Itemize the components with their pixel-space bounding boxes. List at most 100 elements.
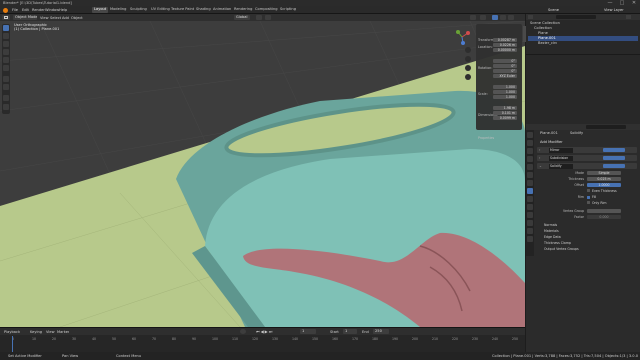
modifier-toggles-icon[interactable] [603,156,625,160]
rotation-mode-select[interactable]: XYZ Euler [493,74,517,78]
modifier-tab-icon[interactable] [527,188,533,194]
even-thickness-checkbox[interactable] [587,189,590,192]
dimensions-y-field[interactable]: 0.101 m [493,111,517,115]
proportional-edit-icon[interactable] [265,15,271,20]
select-box-icon[interactable] [3,25,9,31]
view-layer-selector[interactable]: View Layer [604,8,624,12]
add-modifier-button[interactable]: Add Modifier [540,140,563,144]
rotation-z-field[interactable]: 0° [493,69,517,73]
add-cube-icon[interactable] [3,95,9,101]
tab-animation[interactable]: Animation [211,7,233,13]
measure-icon[interactable] [3,84,9,90]
timeline-menu-view[interactable]: View [46,330,55,334]
annotate-icon[interactable] [3,76,9,82]
viewport-menu-view[interactable]: View [40,16,49,20]
menu-file[interactable]: File [12,8,18,12]
material-tab-icon[interactable] [527,228,533,234]
location-x-field[interactable]: 0.00287 m [493,38,517,42]
mode-selector[interactable]: Object Mode [13,15,37,20]
extrude-icon[interactable] [3,104,9,110]
zoom-icon[interactable] [465,47,471,53]
scale-y-field[interactable]: 1.000 [493,90,517,94]
shading-rendered-icon[interactable] [508,15,514,20]
tab-sculpting[interactable]: Sculpting [128,7,149,13]
scale-z-field[interactable]: 1.000 [493,95,517,99]
vertex-group-field[interactable] [587,209,621,213]
outliner-editor-icon[interactable] [528,15,533,19]
tab-layout[interactable]: Layout [92,7,109,13]
menu-window[interactable]: Window [45,8,59,12]
blender-logo-icon[interactable] [3,7,8,13]
subpanel-normals[interactable]: Normals [544,223,557,227]
outliner-search-input[interactable] [556,15,596,19]
tab-texture-paint[interactable]: Texture Paint [169,7,196,13]
scene-selector[interactable]: Scene [548,8,559,12]
properties-section-header[interactable]: Properties [478,124,520,140]
world-tab-icon[interactable] [527,172,533,178]
data-tab-icon[interactable] [527,220,533,226]
modifier-solidify-name[interactable]: Solidify [549,163,573,169]
camera-icon[interactable] [465,65,471,71]
viewport-menu-object[interactable]: Object [71,16,83,20]
menu-help[interactable]: Help [59,8,67,12]
start-frame-field[interactable]: 1 [343,329,357,334]
tab-rendering[interactable]: Rendering [232,7,254,13]
editor-type-button[interactable] [2,15,10,20]
rotation-y-field[interactable]: 0° [493,64,517,68]
rotate-icon[interactable] [3,49,9,55]
scale-x-field[interactable]: 1.000 [493,85,517,89]
end-frame-field[interactable]: 250 [373,329,389,334]
thickness-field[interactable]: 0.025 m [587,177,621,181]
modifier-solidify[interactable]: ⌄ Solidify [537,163,637,169]
pan-hand-icon[interactable] [465,56,471,62]
dimensions-z-field[interactable]: 0.0099 m [493,116,517,120]
grid-icon[interactable] [465,74,471,80]
render-tab-icon[interactable] [527,140,533,146]
properties-search-input[interactable] [586,125,626,129]
navigation-gizmo[interactable] [456,30,470,45]
menu-edit[interactable]: Edit [22,8,29,12]
rotation-x-field[interactable]: 0° [493,59,517,63]
texture-tab-icon[interactable] [527,236,533,242]
modifier-toggles-icon[interactable] [603,148,625,152]
tab-scripting[interactable]: Scripting [278,7,298,13]
dimensions-x-field[interactable]: 1.98 m [493,106,517,110]
constraints-tab-icon[interactable] [527,212,533,218]
modifier-mirror[interactable]: › Mirror [537,147,637,153]
cursor-icon[interactable] [3,33,9,39]
snap-icon[interactable] [256,15,262,20]
subpanel-edge-data[interactable]: Edge Data [544,235,561,239]
menu-render[interactable]: Render [32,8,45,12]
shading-solid-icon[interactable] [492,15,498,20]
offset-field[interactable]: 1.0000 [587,183,621,187]
expand-chevron-icon[interactable]: › [539,156,543,160]
location-y-field[interactable]: 0.0226 m [493,43,517,47]
subpanel-output-vertex-groups[interactable]: Output Vertex Groups [544,247,579,251]
tab-shading[interactable]: Shading [194,7,213,13]
transform-orientation-selector[interactable]: Global [234,15,250,20]
xray-icon[interactable] [480,15,486,20]
filter-icon[interactable] [626,15,631,19]
timeline-menu-playback[interactable]: Playback [4,330,20,334]
transform-section-header[interactable]: Transform [478,26,520,42]
subpanel-materials[interactable]: Materials [544,229,559,233]
shading-material-icon[interactable] [500,15,506,20]
expand-chevron-icon[interactable]: › [539,148,543,152]
timeline-menu-keying[interactable]: Keying [30,330,42,334]
factor-field[interactable]: 0.000 [587,215,621,219]
viewport-menu-select[interactable]: Select [50,16,61,20]
outliner-row-bezier[interactable]: Bezier_circ [528,41,638,46]
modifier-subdivision[interactable]: › Subdivision [537,155,637,161]
record-icon[interactable] [240,329,246,334]
tab-compositing[interactable]: Compositing [253,7,280,13]
3d-viewport[interactable] [0,21,525,327]
expand-chevron-icon[interactable]: ⌄ [539,164,543,168]
scale-icon[interactable] [3,57,9,63]
playhead[interactable] [12,336,13,352]
subpanel-thickness-clamp[interactable]: Thickness Clamp [544,241,571,245]
modifier-subdivision-name[interactable]: Subdivision [549,155,573,161]
rim-fill-checkbox[interactable] [587,195,590,199]
physics-tab-icon[interactable] [527,204,533,210]
particles-tab-icon[interactable] [527,196,533,202]
modifier-mirror-name[interactable]: Mirror [549,147,573,153]
